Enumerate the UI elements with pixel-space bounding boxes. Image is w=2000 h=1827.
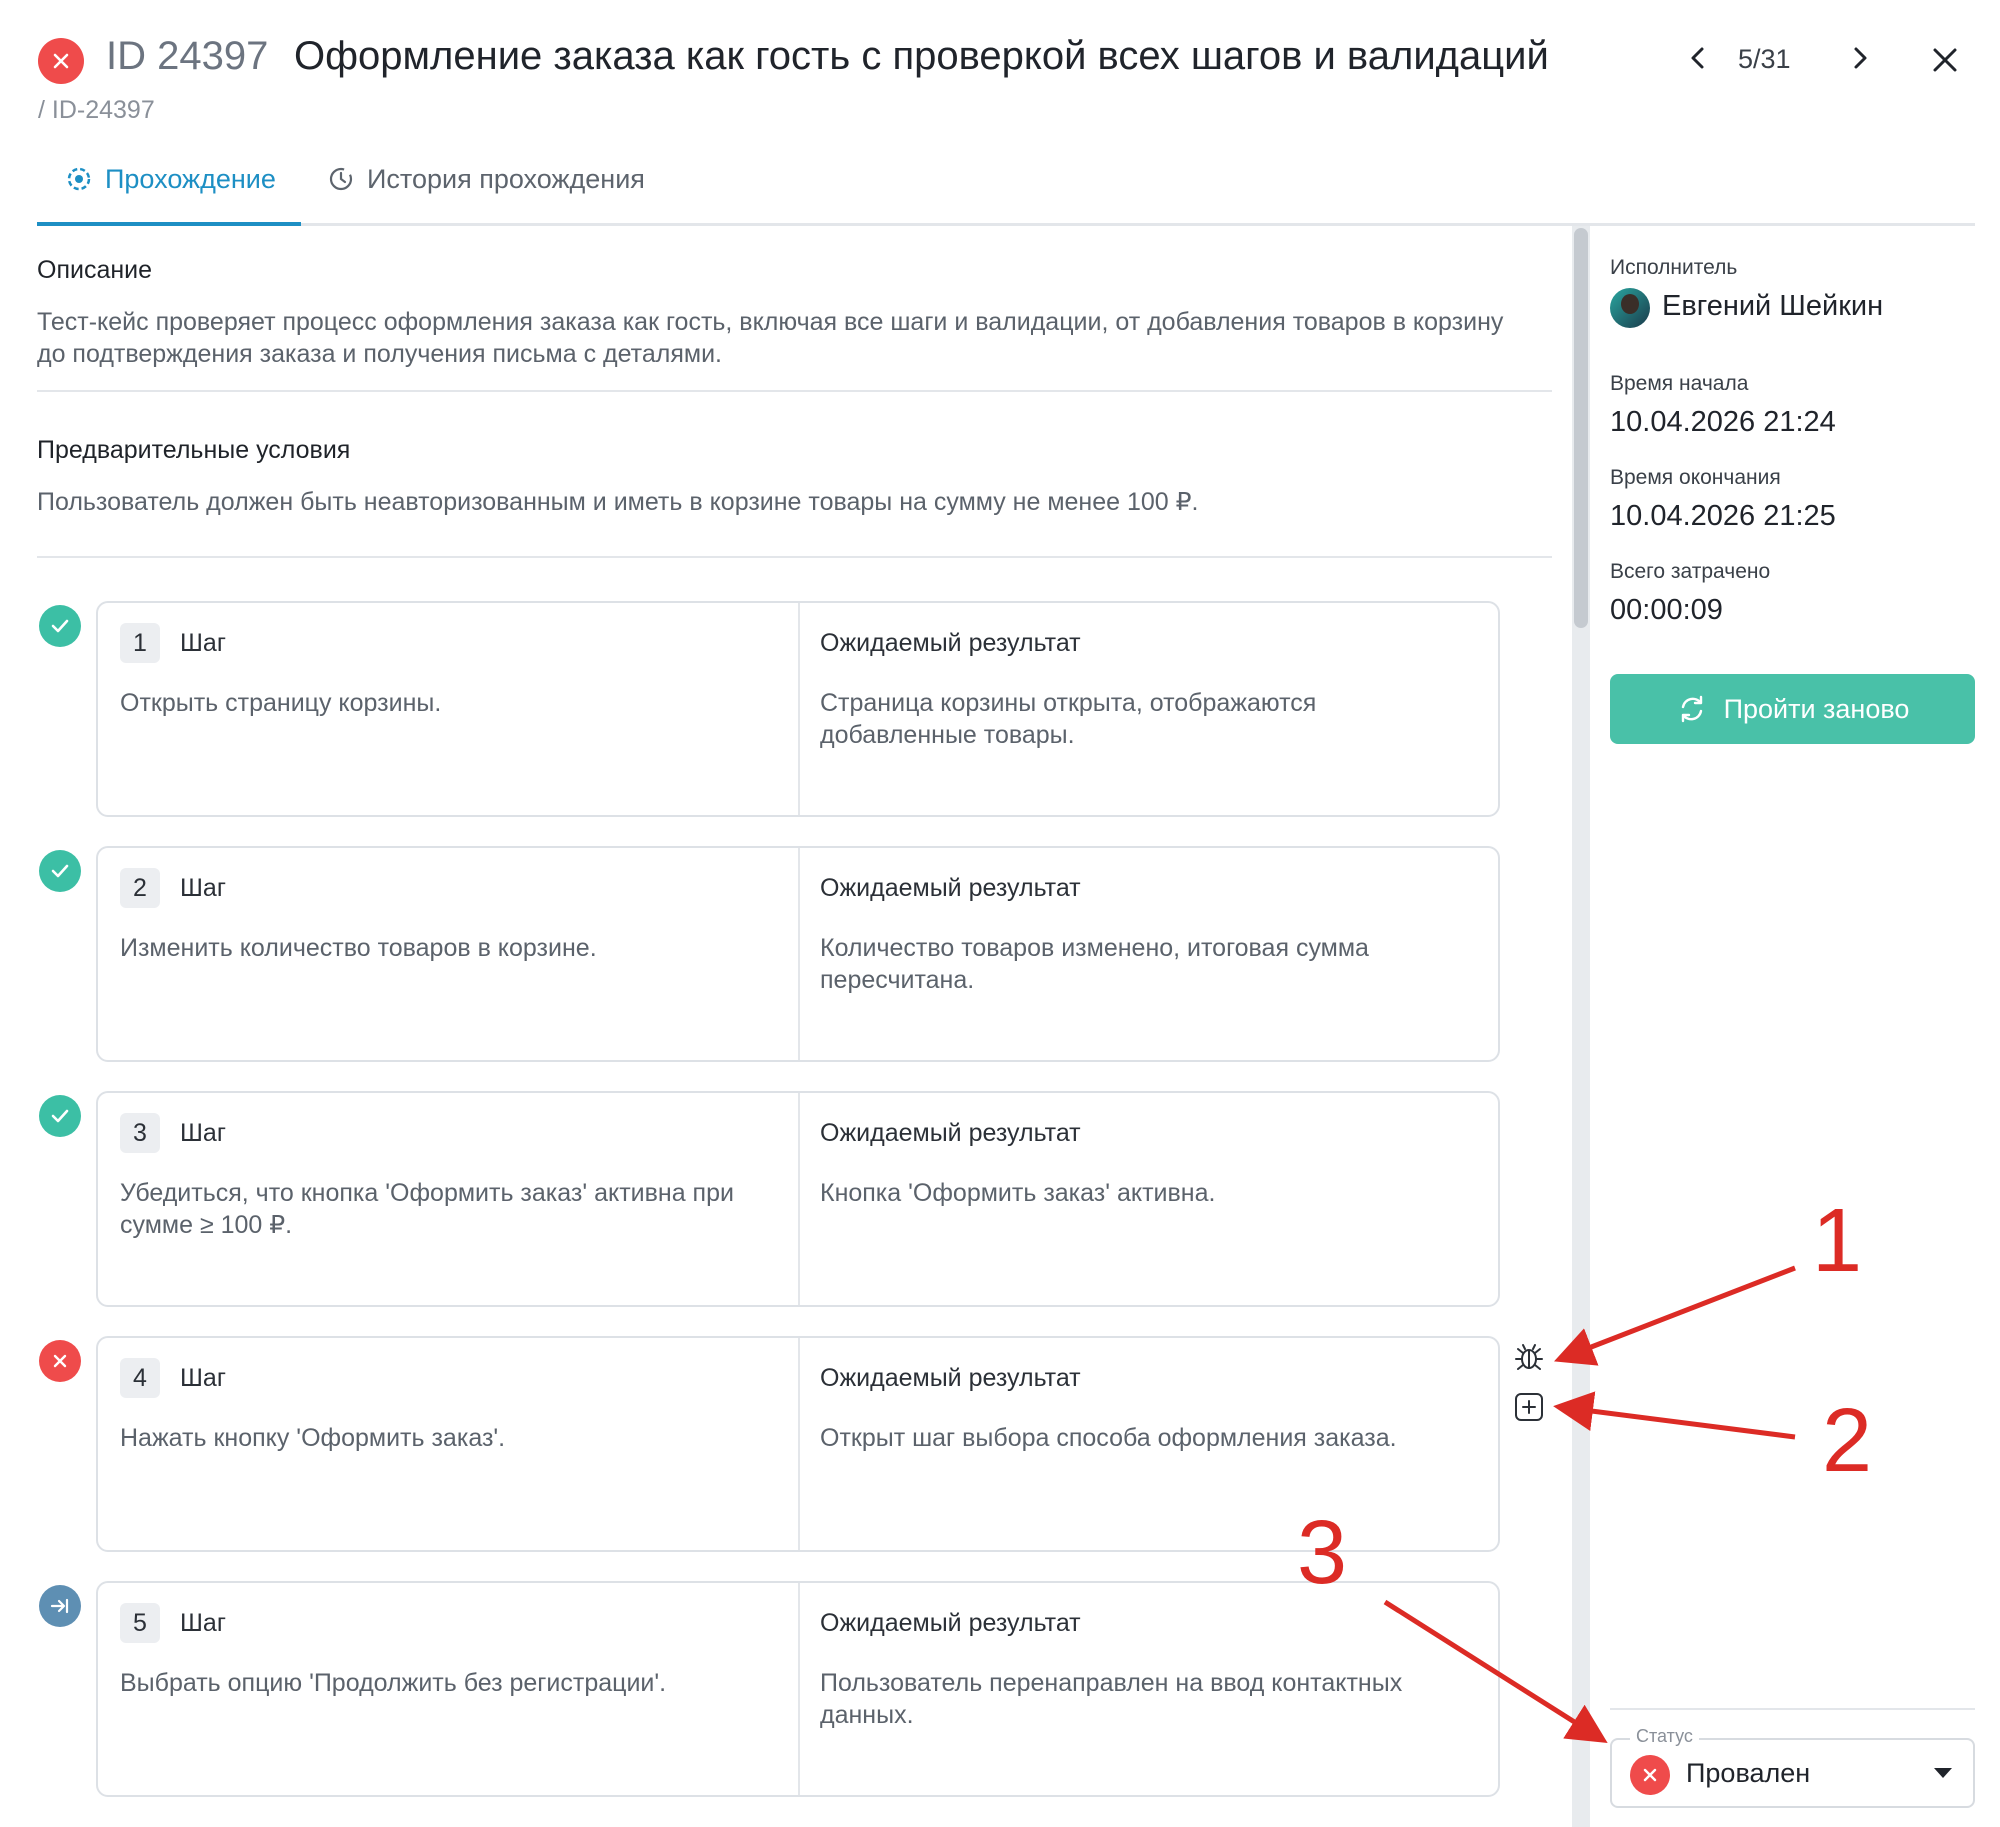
expected-text: Открыт шаг выбора способа оформления зак…	[820, 1424, 1397, 1452]
expected-label: Ожидаемый результат	[820, 629, 1081, 657]
tab-run[interactable]: Прохождение	[37, 164, 301, 226]
step-row: 2 Шаг Изменить количество товаров в корз…	[37, 846, 1502, 1062]
step-card: 5 Шаг Выбрать опцию 'Продолжить без реги…	[96, 1581, 1500, 1797]
expected-text: Кнопка 'Оформить заказ' активна.	[820, 1179, 1216, 1207]
step-row: 1 Шаг Открыть страницу корзины. Ожидаемы…	[37, 601, 1502, 817]
description-title: Описание	[37, 256, 153, 284]
start-time-label: Время начала	[1610, 372, 1749, 395]
step-number: 2	[120, 868, 160, 908]
scrollbar-thumb[interactable]	[1574, 228, 1588, 628]
check-icon[interactable]	[39, 850, 81, 892]
expected-label: Ожидаемый результат	[820, 1609, 1081, 1637]
total-time-value: 00:00:09	[1610, 594, 1723, 626]
step-number: 5	[120, 1603, 160, 1643]
history-icon	[329, 167, 353, 191]
annotation-number-3: 3	[1297, 1503, 1348, 1603]
avatar	[1610, 288, 1650, 328]
expected-label: Ожидаемый результат	[820, 1364, 1081, 1392]
divider	[37, 390, 1552, 392]
check-icon[interactable]	[39, 605, 81, 647]
tab-run-label: Прохождение	[105, 164, 276, 194]
step-label: Шаг	[180, 1119, 226, 1147]
column-divider	[798, 1583, 800, 1795]
annotation-number-2: 2	[1822, 1391, 1873, 1491]
step-action: Изменить количество товаров в корзине.	[120, 934, 597, 962]
close-icon[interactable]	[1923, 38, 1967, 82]
plus-square-icon[interactable]	[1512, 1390, 1546, 1424]
total-time-label: Всего затрачено	[1610, 560, 1771, 583]
page-title: Оформление заказа как гость с проверкой …	[294, 34, 1549, 78]
chevron-left-icon[interactable]	[1678, 38, 1718, 78]
step-label: Шаг	[180, 1364, 226, 1392]
step-number: 3	[120, 1113, 160, 1153]
end-time-label: Время окончания	[1610, 466, 1781, 489]
step-number: 1	[120, 623, 160, 663]
preconditions-title: Предварительные условия	[37, 436, 351, 464]
status-value: Провален	[1686, 1758, 1811, 1788]
step-number: 4	[120, 1358, 160, 1398]
test-id: ID 24397	[106, 34, 269, 78]
step-action: Выбрать опцию 'Продолжить без регистраци…	[120, 1669, 667, 1697]
step-card: 1 Шаг Открыть страницу корзины. Ожидаемы…	[96, 601, 1500, 817]
description-text: Тест-кейс проверяет процесс оформления з…	[37, 308, 1504, 368]
expected-text: Пользователь перенаправлен на ввод конта…	[820, 1669, 1403, 1729]
start-time-value: 10.04.2026 21:24	[1610, 406, 1836, 438]
tab-history[interactable]: История прохождения	[327, 164, 645, 224]
retry-label: Пройти заново	[1723, 693, 1910, 724]
column-divider	[798, 1338, 800, 1550]
header: ID 24397 Оформление заказа как гость с п…	[38, 30, 1963, 124]
step-action: Убедиться, что кнопка 'Оформить заказ' а…	[120, 1179, 734, 1239]
executor-name: Евгений Шейкин	[1662, 290, 1884, 322]
step-card: 3 Шаг Убедиться, что кнопка 'Оформить за…	[96, 1091, 1500, 1307]
retry-button[interactable]: Пройти заново	[1610, 674, 1975, 744]
step-row: 4 Шаг Нажать кнопку 'Оформить заказ'. Ож…	[37, 1336, 1502, 1552]
expected-label: Ожидаемый результат	[820, 874, 1081, 902]
status-select[interactable]: Статус Провален	[1610, 1726, 1975, 1808]
refresh-icon	[1681, 695, 1702, 723]
preconditions-text: Пользователь должен быть неавторизованны…	[37, 488, 1199, 516]
step-label: Шаг	[180, 1609, 226, 1637]
divider	[37, 556, 1552, 558]
expected-label: Ожидаемый результат	[820, 1119, 1081, 1147]
column-divider	[798, 1093, 800, 1305]
breadcrumb[interactable]: / ID-24397	[38, 96, 155, 125]
divider	[1610, 1708, 1975, 1710]
expected-text: Количество товаров изменено, итоговая су…	[820, 934, 1369, 994]
chevron-right-icon[interactable]	[1840, 38, 1880, 78]
caret-down-icon[interactable]	[1934, 1768, 1952, 1778]
annotation-number-1: 1	[1812, 1191, 1863, 1291]
check-icon[interactable]	[39, 1095, 81, 1137]
end-time-value: 10.04.2026 21:25	[1610, 500, 1836, 532]
executor-label: Исполнитель	[1610, 256, 1738, 279]
skip-arrow-icon[interactable]	[39, 1585, 81, 1627]
step-card: 4 Шаг Нажать кнопку 'Оформить заказ'. Ож…	[96, 1336, 1500, 1552]
side-panel: Исполнитель Евгений Шейкин Время начала …	[1610, 226, 1975, 1827]
tab-history-label: История прохождения	[367, 164, 645, 194]
step-row: 5 Шаг Выбрать опцию 'Продолжить без реги…	[37, 1581, 1502, 1797]
status-legend: Статус	[1630, 1726, 1699, 1747]
failed-status-icon	[38, 38, 84, 84]
step-label: Шаг	[180, 874, 226, 902]
close-icon[interactable]	[39, 1340, 81, 1382]
page-counter: 5/31	[1738, 44, 1791, 74]
step-action: Нажать кнопку 'Оформить заказ'.	[120, 1424, 506, 1452]
run-icon	[67, 167, 91, 191]
tab-bar: Прохождение История прохождения	[37, 150, 1975, 226]
expected-text: Страница корзины открыта, отображаются д…	[820, 689, 1317, 749]
column-divider	[798, 603, 800, 815]
column-divider	[798, 848, 800, 1060]
close-icon	[1630, 1755, 1670, 1795]
step-row: 3 Шаг Убедиться, что кнопка 'Оформить за…	[37, 1091, 1502, 1307]
step-label: Шаг	[180, 629, 226, 657]
bug-icon[interactable]	[1512, 1340, 1546, 1374]
step-card: 2 Шаг Изменить количество товаров в корз…	[96, 846, 1500, 1062]
step-action: Открыть страницу корзины.	[120, 689, 442, 717]
